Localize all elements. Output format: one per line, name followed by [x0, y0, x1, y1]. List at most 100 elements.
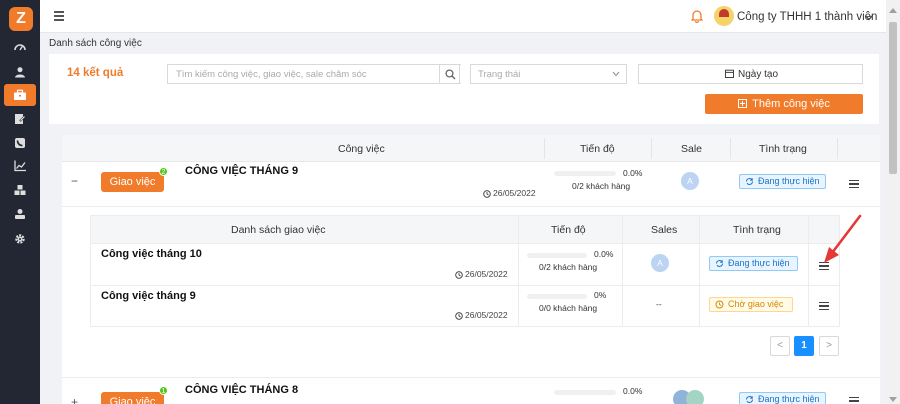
annotation-arrow-icon	[824, 214, 862, 263]
subtask-progress-customers: 0/0 khách hàng	[539, 303, 598, 313]
table-row: − Giao việc 2 CÔNG VIỆC THÁNG 9 26/05/20…	[62, 162, 880, 206]
subtask-progress-percent: 0.0%	[594, 249, 614, 259]
count-badge: 1	[159, 386, 168, 395]
app-logo[interactable]: Z	[9, 7, 33, 31]
scroll-thumb[interactable]	[889, 22, 897, 174]
assign-button[interactable]: Giao việc	[101, 172, 164, 192]
briefcase-icon[interactable]	[4, 84, 36, 106]
col-task: Công việc	[338, 143, 385, 155]
subtask-date: 26/05/2022	[455, 310, 508, 320]
search-input[interactable]: Tìm kiếm công việc, giao việc, sale chăm…	[167, 64, 461, 84]
subtask-date: 26/05/2022	[455, 269, 508, 279]
col-sale: Sale	[681, 143, 703, 155]
subtask-sale-empty: --	[656, 299, 662, 309]
chevron-down-icon[interactable]	[865, 12, 873, 24]
subtask-progress-percent: 0%	[594, 290, 607, 300]
subtask-progress-bar	[527, 294, 587, 299]
pagination-prev[interactable]: <	[770, 336, 790, 356]
table-row: + Giao việc 1 CÔNG VIỆC THÁNG 8 0.0% Đan…	[62, 381, 880, 404]
task-title[interactable]: CÔNG VIỆC THÁNG 9	[185, 165, 298, 177]
scroll-down-arrow-icon[interactable]	[889, 393, 897, 404]
search-icon	[445, 69, 456, 80]
date-picker-label: Ngày tạo	[639, 69, 864, 80]
status-badge: Đang thực hiện	[739, 392, 826, 404]
sync-icon	[716, 260, 723, 267]
subtask-status-badge: Đang thực hiện	[709, 256, 798, 271]
col-subtask-sales: Sales	[651, 224, 678, 236]
col-subtask-status: Tình trạng	[733, 224, 781, 236]
pagination-page-1[interactable]: 1	[794, 336, 814, 356]
phone-icon[interactable]	[0, 132, 40, 154]
result-count: 14 kết quả	[67, 67, 124, 79]
subtask-progress-customers: 0/2 khách hàng	[539, 262, 598, 272]
hamburger-menu-icon[interactable]	[54, 11, 64, 21]
company-avatar[interactable]	[714, 6, 734, 26]
sidebar: Z	[0, 0, 40, 404]
progress-customers: 0/2 khách hàng	[572, 181, 631, 191]
col-progress: Tiến độ	[580, 143, 615, 155]
clock-icon	[483, 190, 491, 198]
subtask-table: Danh sách giao việc Tiến độ Sales Tình t…	[90, 215, 840, 327]
status-badge: Đang thực hiện	[739, 174, 826, 189]
dashboard-icon[interactable]	[0, 36, 40, 58]
clock-icon	[715, 300, 724, 309]
subtask-table-header: Danh sách giao việc Tiến độ Sales Tình t…	[91, 216, 839, 244]
plus-square-icon	[738, 99, 748, 108]
col-subtask-progress: Tiến độ	[551, 224, 586, 236]
progress-percent: 0.0%	[623, 168, 643, 178]
scroll-up-arrow-icon[interactable]	[889, 4, 897, 16]
page-scrollbar[interactable]	[886, 0, 900, 404]
status-select[interactable]: Trạng thái	[470, 64, 627, 84]
subtask-progress-bar	[527, 253, 587, 258]
subtask-sale-avatar: A	[651, 254, 669, 272]
task-table: Công việc Tiến độ Sale Tình trạng − Giao…	[62, 135, 880, 404]
user-icon[interactable]	[0, 61, 40, 83]
col-status: Tình trạng	[759, 143, 807, 155]
pagination-next[interactable]: >	[819, 336, 839, 356]
collapse-toggle[interactable]: −	[71, 174, 78, 188]
clock-icon	[455, 271, 463, 279]
subtask-title[interactable]: Công việc tháng 9	[101, 290, 196, 302]
gear-icon[interactable]	[0, 228, 40, 250]
edit-document-icon[interactable]	[0, 108, 40, 130]
company-name[interactable]: Công ty THHH 1 thành viên	[737, 11, 877, 23]
clock-icon	[455, 312, 463, 320]
expand-toggle[interactable]: +	[71, 395, 78, 404]
status-placeholder: Trạng thái	[478, 69, 521, 80]
sale-avatar: A	[681, 172, 699, 190]
sale-avatar	[686, 390, 704, 404]
col-subtask-list: Danh sách giao việc	[231, 224, 326, 236]
filter-bar: 14 kết quả Tìm kiếm công việc, giao việc…	[49, 54, 879, 124]
chart-icon[interactable]	[0, 155, 40, 177]
assign-button[interactable]: Giao việc	[101, 392, 164, 404]
bell-icon[interactable]	[690, 9, 704, 26]
table-header: Công việc Tiến độ Sale Tình trạng	[62, 135, 880, 162]
count-badge: 2	[159, 167, 168, 176]
user-card-icon[interactable]	[0, 203, 40, 225]
top-header: Công ty THHH 1 thành viên	[40, 0, 886, 33]
subtask-row: Công việc tháng 9 26/05/2022 0% 0/0 khác…	[91, 286, 839, 326]
subtask-row: Công việc tháng 10 26/05/2022 0.0% 0/2 k…	[91, 244, 839, 285]
task-title[interactable]: CÔNG VIỆC THÁNG 8	[185, 384, 298, 396]
add-task-label: Thêm công việc	[705, 98, 863, 110]
search-button[interactable]	[439, 64, 461, 84]
sync-icon	[746, 396, 753, 403]
progress-bar	[554, 171, 616, 176]
created-date-picker[interactable]: Ngày tạo	[638, 64, 863, 84]
progress-bar	[554, 390, 616, 395]
calendar-icon	[724, 69, 734, 79]
list-menu-icon[interactable]	[849, 397, 859, 404]
boxes-icon[interactable]	[0, 179, 40, 201]
subtask-list-menu-icon[interactable]	[819, 302, 829, 310]
progress-percent: 0.0%	[623, 386, 643, 396]
sync-icon	[746, 178, 753, 185]
logo-letter-icon: Z	[16, 10, 26, 27]
breadcrumb: Danh sách công việc	[49, 38, 142, 49]
expanded-subtasks: Danh sách giao việc Tiến độ Sales Tình t…	[62, 206, 880, 378]
task-date: 26/05/2022	[483, 188, 536, 198]
subtask-title[interactable]: Công việc tháng 10	[101, 248, 202, 260]
chevron-down-icon	[612, 71, 620, 77]
list-menu-icon[interactable]	[849, 180, 859, 188]
search-placeholder: Tìm kiếm công việc, giao việc, sale chăm…	[176, 69, 367, 80]
add-task-button[interactable]: Thêm công việc	[705, 94, 863, 114]
